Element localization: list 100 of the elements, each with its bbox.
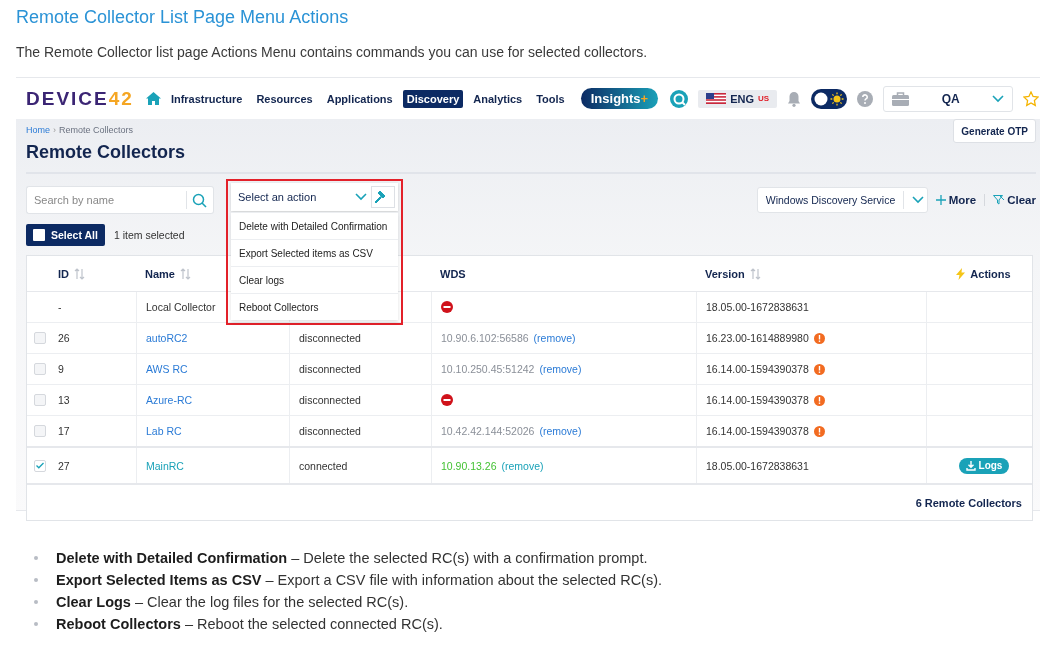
version-text: 16.23.00-1614889980 <box>706 332 809 344</box>
home-icon[interactable] <box>145 92 161 105</box>
breadcrumb-link[interactable]: Home <box>26 125 50 136</box>
bullet-icon <box>34 556 38 560</box>
nav-tab[interactable]: Infrastructure <box>166 89 247 108</box>
clear-link[interactable]: Clear <box>993 194 1036 206</box>
note-text: Delete with Detailed Confirmation – Delete the selected RC(s) with a confirmation prompt. <box>56 550 648 566</box>
wds-address: 10.90.13.26 <box>441 459 497 472</box>
column-header[interactable]: Name <box>145 267 175 280</box>
theme-toggle[interactable] <box>811 88 848 109</box>
section-heading: Remote Collector List Page Menu Actions <box>16 6 350 27</box>
menu-item[interactable]: Reboot Collectors <box>231 293 398 320</box>
help-icon[interactable] <box>857 90 874 107</box>
collector-link[interactable]: autoRC2 <box>146 332 188 344</box>
briefcase-icon <box>892 91 910 106</box>
nav-tab[interactable]: Discovery <box>402 89 464 108</box>
collector-link[interactable]: Azure-RC <box>146 394 193 406</box>
menu-item[interactable]: Clear logs <box>231 266 398 293</box>
row-checkbox[interactable] <box>34 332 46 344</box>
lightning-icon <box>956 267 966 280</box>
table-cell: 26 <box>58 332 70 344</box>
wds-filter-dropdown[interactable]: Windows Discovery Service <box>756 187 928 213</box>
chevron-down-icon <box>355 193 367 201</box>
wds-address: 10.90.6.102:56586 <box>441 332 529 344</box>
gavel-button[interactable] <box>371 186 395 208</box>
warning-icon <box>813 394 825 406</box>
column-header[interactable]: ID <box>58 267 69 280</box>
status-text: disconnected <box>299 394 361 406</box>
logo[interactable]: DEVICE42 <box>26 87 134 110</box>
version-text: 16.14.00-1594390378 <box>706 363 809 375</box>
version-text: 18.05.00-1672838631 <box>706 459 809 472</box>
row-checkbox[interactable] <box>34 425 46 437</box>
remove-link[interactable]: (remove) <box>539 425 582 437</box>
select-all-button[interactable]: Select All <box>26 224 105 246</box>
plus-icon <box>935 195 946 205</box>
table-cell: 17 <box>58 425 70 437</box>
action-dropdown[interactable]: Select an action <box>231 183 398 211</box>
generate-otp-button[interactable]: Generate OTP <box>953 119 1036 143</box>
sort-icon[interactable] <box>749 267 761 280</box>
warning-icon <box>813 425 825 437</box>
flag-icon <box>706 93 727 104</box>
filter-clear-icon <box>993 195 1005 205</box>
warning-icon <box>813 363 825 375</box>
more-link[interactable]: More <box>935 194 977 206</box>
menu-item[interactable]: Delete with Detailed Confirmation <box>231 212 398 239</box>
insights-button[interactable]: Insights+ <box>580 88 659 109</box>
table-cell: 9 <box>58 363 64 375</box>
breadcrumb-separator: › <box>53 125 56 136</box>
column-header: Actions <box>970 267 1011 280</box>
collector-link[interactable]: AWS RC <box>146 363 188 375</box>
status-text: disconnected <box>299 332 361 344</box>
sort-icon[interactable] <box>74 267 85 280</box>
star-icon[interactable] <box>1023 90 1040 107</box>
bell-icon[interactable] <box>787 90 802 107</box>
version-text: 16.14.00-1594390378 <box>706 425 809 437</box>
row-checkbox[interactable] <box>34 394 46 406</box>
collector-link[interactable]: Lab RC <box>146 425 182 437</box>
column-header[interactable]: Version <box>705 267 745 280</box>
bullet-icon <box>34 622 38 626</box>
remove-link[interactable]: (remove) <box>533 332 576 344</box>
intro-paragraph: The Remote Collector list page Actions Menu contains commands you can use for selected collectors. <box>16 43 649 61</box>
blocked-icon <box>441 394 453 406</box>
column-header: WDS <box>440 267 466 280</box>
note-text: Export Selected Items as CSV – Export a CSV file with information about the selected RC(s). <box>56 572 663 588</box>
menu-item[interactable]: Export Selected items as CSV <box>231 239 398 266</box>
table-cell: Local Collector <box>146 301 216 313</box>
row-count: 6 Remote Collectors <box>915 496 1022 509</box>
note-text: Clear Logs – Clear the log files for the selected RC(s). <box>56 594 409 610</box>
row-checkbox[interactable] <box>34 459 46 472</box>
version-text: 18.05.00-1672838631 <box>706 301 809 313</box>
workspace-dropdown[interactable]: QA <box>883 85 1014 112</box>
search-icon[interactable] <box>670 89 689 108</box>
status-text: disconnected <box>299 363 361 375</box>
nav-tab[interactable]: Analytics <box>469 89 527 108</box>
download-icon <box>965 460 976 471</box>
wds-address: 10.42.42.144:52026 <box>441 425 535 437</box>
status-text: disconnected <box>299 425 361 437</box>
version-text: 16.14.00-1594390378 <box>706 394 809 406</box>
row-checkbox[interactable] <box>34 363 46 375</box>
status-text: connected <box>299 459 348 472</box>
bullet-icon <box>34 578 38 582</box>
blocked-icon <box>441 301 453 313</box>
selection-count: 1 item selected <box>113 229 185 241</box>
table-cell: 13 <box>58 394 70 406</box>
nav-tab[interactable]: Tools <box>532 89 569 108</box>
chevron-down-icon <box>992 94 1005 103</box>
page-title: Remote Collectors <box>26 141 186 163</box>
note-text: Reboot Collectors – Reboot the selected connected RC(s). <box>56 616 443 632</box>
nav-tab[interactable]: Applications <box>322 89 397 108</box>
sort-icon[interactable] <box>179 267 191 280</box>
remove-link[interactable]: (remove) <box>539 363 582 375</box>
bullet-icon <box>34 600 38 604</box>
chevron-down-icon <box>912 196 925 204</box>
wds-address: 10.10.250.45:51242 <box>441 363 535 375</box>
table-cell: - <box>58 301 62 313</box>
breadcrumb-current: Remote Collectors <box>59 125 134 136</box>
nav-tab[interactable]: Resources <box>252 89 317 108</box>
gavel-icon <box>374 190 388 204</box>
table-cell: 27 <box>58 459 70 472</box>
warning-icon <box>813 332 825 344</box>
